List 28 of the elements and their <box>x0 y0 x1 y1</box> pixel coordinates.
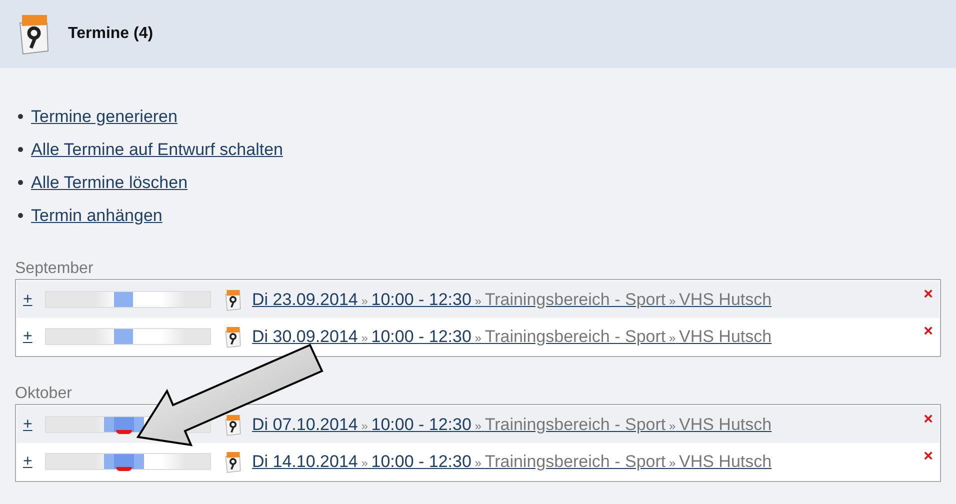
header-title: Termine (4) <box>68 24 154 44</box>
expand-link[interactable]: + <box>23 324 45 348</box>
month-label: Oktober <box>15 384 73 404</box>
calendar-icon <box>224 288 242 310</box>
month-label: September <box>15 259 94 279</box>
expand-link[interactable]: + <box>23 288 45 312</box>
bullet-icon <box>18 213 23 218</box>
delete-link[interactable]: × <box>924 283 933 307</box>
bullet-icon <box>18 114 23 119</box>
bullet-icon <box>18 147 23 152</box>
expand-link[interactable]: + <box>23 412 45 436</box>
calendar-icon <box>224 414 242 436</box>
calendar-icon <box>224 326 242 348</box>
delete-link[interactable]: × <box>924 408 933 432</box>
bullet-icon <box>18 180 23 185</box>
appointment-link[interactable]: Di 30.09.2014 » 10:00 - 12:30 » Trainingsbereich - Sport » VHS Hutsch <box>252 324 772 350</box>
expand-link[interactable]: + <box>23 450 45 474</box>
delete-link[interactable]: × <box>924 320 933 344</box>
action-link[interactable]: Termine generieren <box>31 104 178 130</box>
action-link[interactable]: Alle Termine auf Entwurf schalten <box>31 136 283 162</box>
action-link[interactable]: Termin anhängen <box>31 202 162 228</box>
appointment-link[interactable]: Di 14.10.2014 » 10:00 - 12:30 » Trainingsbereich - Sport » VHS Hutsch <box>252 448 772 474</box>
appointment-link[interactable]: Di 07.10.2014 » 10:00 - 12:30 » Trainingsbereich - Sport » VHS Hutsch <box>252 412 772 438</box>
calendar-icon <box>224 450 242 472</box>
appointment-link[interactable]: Di 23.09.2014 » 10:00 - 12:30 » Trainingsbereich - Sport » VHS Hutsch <box>252 286 772 312</box>
calendar-icon <box>17 13 51 55</box>
action-link[interactable]: Alle Termine löschen <box>31 170 188 196</box>
delete-link[interactable]: × <box>924 445 933 469</box>
